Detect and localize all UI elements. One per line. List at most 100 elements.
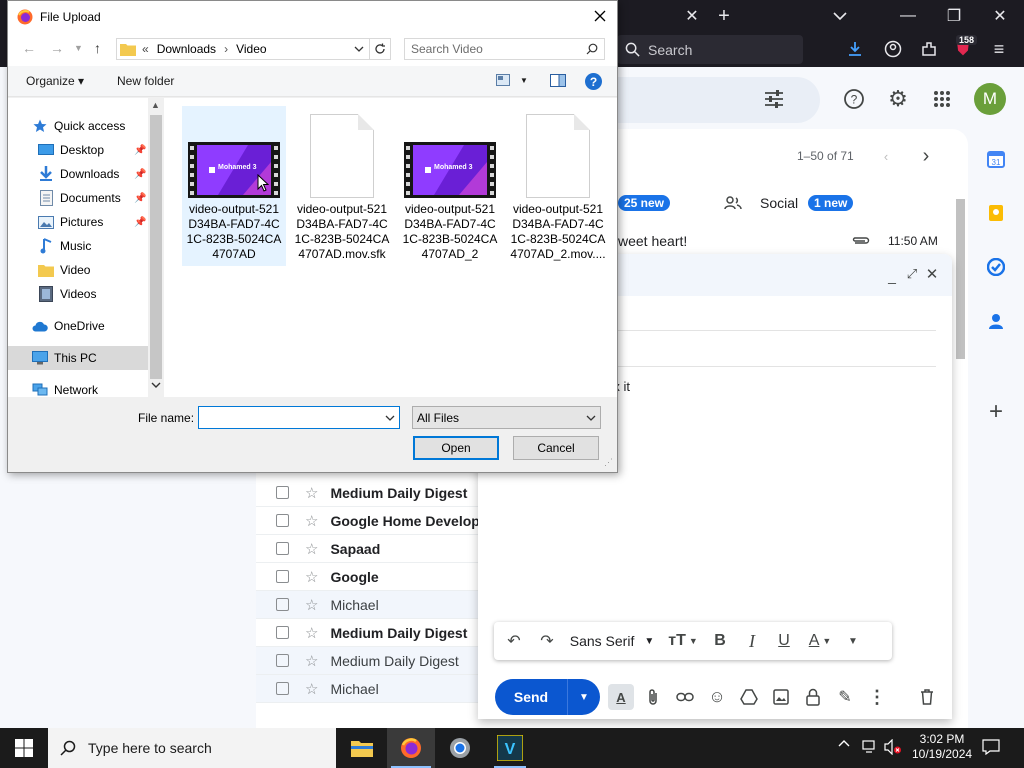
cancel-button[interactable]: Cancel xyxy=(513,436,599,460)
table-row[interactable]: ☆ Google Home Develop xyxy=(256,507,480,535)
star-icon[interactable]: ☆ xyxy=(305,596,318,614)
scroll-up-chevron-icon[interactable]: ▲ xyxy=(151,100,160,110)
file-item[interactable]: Mohamed 3 video-output-521D34BA-FAD7-4C1… xyxy=(398,106,502,266)
font-family-select[interactable]: Sans Serif ▼ xyxy=(562,622,662,660)
calendar-icon[interactable]: 31 xyxy=(986,149,1006,169)
help-icon[interactable]: ? xyxy=(842,87,866,111)
nav-item-downloads[interactable]: Downloads 📌 xyxy=(8,162,148,186)
avatar[interactable]: M xyxy=(974,83,1006,115)
nav-item-music[interactable]: Music xyxy=(8,234,148,258)
star-icon[interactable]: ☆ xyxy=(305,540,318,558)
attach-file-icon[interactable] xyxy=(640,684,666,710)
back-arrow-icon[interactable]: ← xyxy=(22,40,36,56)
font-size-icon[interactable]: тT ▼ xyxy=(662,622,704,660)
browser-search-field[interactable]: Search xyxy=(617,35,803,64)
breadcrumb-video[interactable]: Video xyxy=(236,42,266,56)
star-icon[interactable]: ☆ xyxy=(305,652,318,670)
nav-item-this-pc[interactable]: This PC xyxy=(8,346,148,370)
formatting-options-icon[interactable]: A xyxy=(608,684,634,710)
star-icon[interactable]: ☆ xyxy=(305,484,318,502)
file-name-combobox[interactable] xyxy=(198,406,400,429)
recent-locations-chevron-icon[interactable]: ▼ xyxy=(74,43,83,53)
more-options-icon[interactable]: ⋮ xyxy=(864,684,890,710)
file-item[interactable]: video-output-521D34BA-FAD7-4C1C-823B-502… xyxy=(290,106,394,266)
open-button[interactable]: Open xyxy=(413,436,499,460)
table-row[interactable]: ☆ Medium Daily Digest xyxy=(256,479,480,507)
tasks-icon[interactable] xyxy=(986,257,1006,277)
close-dialog-icon[interactable] xyxy=(589,5,611,27)
preview-pane-icon[interactable] xyxy=(550,74,566,87)
volume-muted-icon[interactable] xyxy=(884,739,902,755)
search-options-icon[interactable] xyxy=(762,87,786,111)
star-icon[interactable]: ☆ xyxy=(305,680,318,698)
fullscreen-compose-icon[interactable]: ⤢ xyxy=(904,266,920,282)
minimize-compose-icon[interactable]: _ xyxy=(884,268,900,284)
older-page-chevron-icon[interactable]: ‹ xyxy=(876,146,896,166)
row-checkbox[interactable] xyxy=(276,514,289,527)
vscode-app[interactable]: V xyxy=(490,728,530,768)
close-compose-icon[interactable]: ✕ xyxy=(924,266,940,283)
scrollbar-thumb[interactable] xyxy=(956,199,965,359)
chrome-app[interactable] xyxy=(436,728,484,768)
forward-arrow-icon[interactable]: → xyxy=(50,40,64,56)
italic-icon[interactable]: I xyxy=(736,622,768,660)
row-checkbox[interactable] xyxy=(276,626,289,639)
breadcrumb[interactable]: « Downloads › Video xyxy=(116,38,370,60)
help-icon[interactable]: ? xyxy=(585,73,602,90)
up-arrow-icon[interactable]: ↑ xyxy=(94,40,101,56)
file-explorer-app[interactable] xyxy=(338,728,386,768)
row-checkbox[interactable] xyxy=(276,598,289,611)
star-icon[interactable]: ☆ xyxy=(305,512,318,530)
firefox-app[interactable] xyxy=(387,728,435,768)
breadcrumb-downloads[interactable]: Downloads xyxy=(157,42,216,56)
table-row[interactable]: ☆ Michael xyxy=(256,591,480,619)
scrollbar-thumb[interactable] xyxy=(150,115,162,379)
row-checkbox[interactable] xyxy=(276,542,289,555)
nav-item-desktop[interactable]: Desktop 📌 xyxy=(8,138,148,162)
insert-link-icon[interactable] xyxy=(672,684,698,710)
row-checkbox[interactable] xyxy=(276,486,289,499)
file-name-input[interactable] xyxy=(199,410,379,425)
new-tab-icon[interactable]: + xyxy=(712,4,736,28)
tray-overflow-chevron-icon[interactable] xyxy=(838,739,850,747)
system-clock[interactable]: 3:02 PM 10/19/2024 xyxy=(912,732,972,762)
file-item[interactable]: video-output-521D34BA-FAD7-4C1C-823B-502… xyxy=(506,106,610,266)
star-icon[interactable]: ☆ xyxy=(305,568,318,586)
signature-pen-icon[interactable]: ✎ xyxy=(832,684,858,710)
nav-item-onedrive[interactable]: OneDrive xyxy=(8,314,148,338)
underline-icon[interactable]: U xyxy=(768,622,800,660)
table-row[interactable]: ☆ Medium Daily Digest xyxy=(256,647,480,675)
add-addon-icon[interactable]: + xyxy=(986,398,1006,425)
undo-icon[interactable]: ↶ xyxy=(496,622,532,660)
file-name-dropdown-chevron-icon[interactable] xyxy=(385,415,395,421)
send-button[interactable]: Send ▼ xyxy=(495,679,600,715)
emoji-icon[interactable]: ☺ xyxy=(704,684,730,710)
newer-page-chevron-icon[interactable]: › xyxy=(916,145,936,167)
nav-item-documents[interactable]: Documents 📌 xyxy=(8,186,148,210)
contacts-icon[interactable] xyxy=(986,311,1006,331)
insert-photo-icon[interactable] xyxy=(768,684,794,710)
folder-search-input[interactable] xyxy=(411,42,571,56)
close-tab-icon[interactable]: ✕ xyxy=(680,4,704,28)
keep-icon[interactable] xyxy=(986,203,1006,223)
nav-item-pictures[interactable]: Pictures 📌 xyxy=(8,210,148,234)
folder-search-box[interactable] xyxy=(404,38,605,60)
restore-window-icon[interactable]: ❐ xyxy=(942,4,966,28)
mail-search-bar[interactable] xyxy=(600,77,820,123)
extensions-icon[interactable] xyxy=(918,38,940,60)
redo-icon[interactable]: ↷ xyxy=(532,622,562,660)
table-row[interactable]: ☆ Michael xyxy=(256,675,480,703)
tab-social[interactable]: Social xyxy=(760,195,798,211)
email-snippet[interactable]: weet heart! xyxy=(618,233,687,249)
minimize-window-icon[interactable]: — xyxy=(896,4,920,28)
table-row[interactable]: ☆ Sapaad xyxy=(256,535,480,563)
confidential-lock-icon[interactable] xyxy=(800,684,826,710)
file-item[interactable]: Mohamed 3 video-output-521D34BA-FAD7-4C1… xyxy=(182,106,286,266)
bold-icon[interactable]: B xyxy=(704,622,736,660)
nav-item-videos[interactable]: Videos xyxy=(8,282,148,306)
nav-pane-scrollbar[interactable]: ▲ xyxy=(148,98,164,397)
discard-trash-icon[interactable] xyxy=(914,684,940,710)
table-row[interactable]: ☆ Google xyxy=(256,563,480,591)
breadcrumb-overflow[interactable]: « xyxy=(142,42,149,56)
change-view-icon[interactable]: ▼ xyxy=(496,74,528,86)
